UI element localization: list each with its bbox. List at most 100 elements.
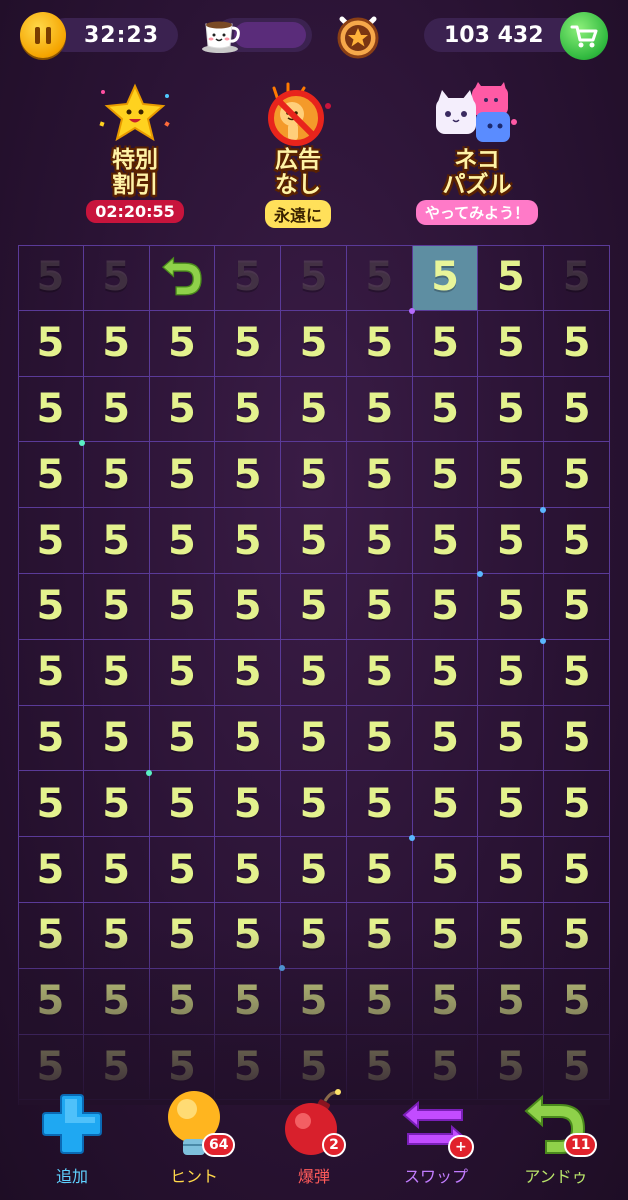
number-cell[interactable]: 5 [478,902,545,969]
number-cell[interactable]: 5 [412,639,479,706]
number-cell[interactable]: 5 [346,639,413,706]
number-cell[interactable]: 5 [281,902,347,969]
number-cell[interactable]: 5 [478,705,545,772]
number-cell[interactable]: 5 [544,705,610,772]
number-cell[interactable]: 5 [544,837,610,903]
number-cell[interactable]: 5 [412,376,479,443]
number-cell[interactable]: 5 [83,705,150,772]
number-cell[interactable]: 5 [215,902,282,969]
number-cell[interactable]: 5 [412,442,479,509]
number-cell[interactable]: 5 [281,705,347,772]
number-cell[interactable]: 5 [18,245,84,311]
selected-number-cell[interactable]: 5 [412,245,479,311]
number-cell[interactable]: 5 [83,573,150,640]
number-cell[interactable]: 5 [83,968,150,1035]
number-cell[interactable]: 5 [215,771,282,838]
promo-remove-ads[interactable]: 広告 なし 永遠に [233,82,363,228]
number-cell[interactable]: 5 [478,508,545,574]
number-cell[interactable]: 5 [412,573,479,640]
number-cell[interactable]: 5 [215,639,282,706]
number-cell[interactable]: 5 [478,837,545,903]
number-cell[interactable]: 5 [478,376,545,443]
game-board[interactable]: 5555555555555555555555555555555555555555… [18,245,610,1105]
number-cell[interactable]: 5 [346,376,413,443]
number-cell[interactable]: 5 [18,376,84,443]
number-cell[interactable]: 5 [18,968,84,1035]
number-cell[interactable]: 5 [544,442,610,509]
number-cell[interactable]: 5 [412,508,479,574]
number-cell[interactable]: 5 [83,771,150,838]
number-cell[interactable]: 5 [83,442,150,509]
number-cell[interactable]: 5 [83,508,150,574]
number-cell[interactable]: 5 [544,902,610,969]
number-cell[interactable]: 5 [478,771,545,838]
number-cell[interactable]: 5 [281,310,347,377]
number-cell[interactable]: 5 [544,573,610,640]
shop-button[interactable] [560,12,608,60]
number-cell[interactable]: 5 [281,376,347,443]
number-cell[interactable]: 5 [149,376,216,443]
number-cell[interactable]: 5 [83,902,150,969]
number-cell[interactable]: 5 [544,376,610,443]
number-cell[interactable]: 5 [281,245,347,311]
number-cell[interactable]: 5 [83,376,150,443]
number-cell[interactable]: 5 [478,442,545,509]
number-cell[interactable]: 5 [215,705,282,772]
number-cell[interactable]: 5 [478,573,545,640]
number-cell[interactable]: 5 [215,968,282,1035]
add-numbers-button[interactable]: 追加 [22,1085,122,1187]
number-cell[interactable]: 5 [478,639,545,706]
number-cell[interactable]: 5 [149,508,216,574]
number-cell[interactable]: 5 [346,310,413,377]
number-cell[interactable]: 5 [346,442,413,509]
number-cell[interactable]: 5 [281,442,347,509]
undo-marker-cell[interactable] [149,245,216,311]
number-cell[interactable]: 5 [412,771,479,838]
number-cell[interactable]: 5 [346,508,413,574]
number-cell[interactable]: 5 [544,639,610,706]
number-cell[interactable]: 5 [478,245,545,311]
coffee-cup-icon[interactable] [200,14,242,54]
number-cell[interactable]: 5 [281,508,347,574]
number-cell[interactable]: 5 [149,968,216,1035]
pause-button[interactable] [20,12,66,58]
number-cell[interactable]: 5 [346,771,413,838]
number-cell[interactable]: 5 [18,442,84,509]
number-cell[interactable]: 5 [18,705,84,772]
number-cell[interactable]: 5 [281,968,347,1035]
number-cell[interactable]: 5 [215,245,282,311]
number-cell[interactable]: 5 [18,639,84,706]
number-cell[interactable]: 5 [412,902,479,969]
number-cell[interactable]: 5 [346,902,413,969]
number-cell[interactable]: 5 [478,310,545,377]
number-cell[interactable]: 5 [215,442,282,509]
number-cell[interactable]: 5 [149,639,216,706]
number-cell[interactable]: 5 [544,771,610,838]
number-cell[interactable]: 5 [18,771,84,838]
number-cell[interactable]: 5 [346,837,413,903]
number-cell[interactable]: 5 [215,508,282,574]
number-cell[interactable]: 5 [215,310,282,377]
number-cell[interactable]: 5 [18,310,84,377]
number-cell[interactable]: 5 [281,837,347,903]
number-cell[interactable]: 5 [83,639,150,706]
number-cell[interactable]: 5 [18,573,84,640]
number-cell[interactable]: 5 [18,508,84,574]
swap-button[interactable]: + スワップ [386,1085,486,1187]
star-badge-icon[interactable] [334,11,382,59]
number-cell[interactable]: 5 [149,310,216,377]
undo-button[interactable]: 11 アンドゥ [506,1085,606,1187]
number-cell[interactable]: 5 [346,245,413,311]
number-cell[interactable]: 5 [149,573,216,640]
number-cell[interactable]: 5 [215,837,282,903]
number-cell[interactable]: 5 [544,968,610,1035]
hint-button[interactable]: 64 ヒント [144,1085,244,1187]
number-cell[interactable]: 5 [149,442,216,509]
promo-cat-puzzle[interactable]: ネコ パズル やってみよう！ [412,82,542,225]
number-cell[interactable]: 5 [149,705,216,772]
number-cell[interactable]: 5 [412,837,479,903]
number-grid[interactable]: 5555555555555555555555555555555555555555… [18,245,610,1101]
promo-special-discount[interactable]: 特別 割引 02:20:55 [70,82,200,223]
number-cell[interactable]: 5 [149,771,216,838]
number-cell[interactable]: 5 [18,837,84,903]
